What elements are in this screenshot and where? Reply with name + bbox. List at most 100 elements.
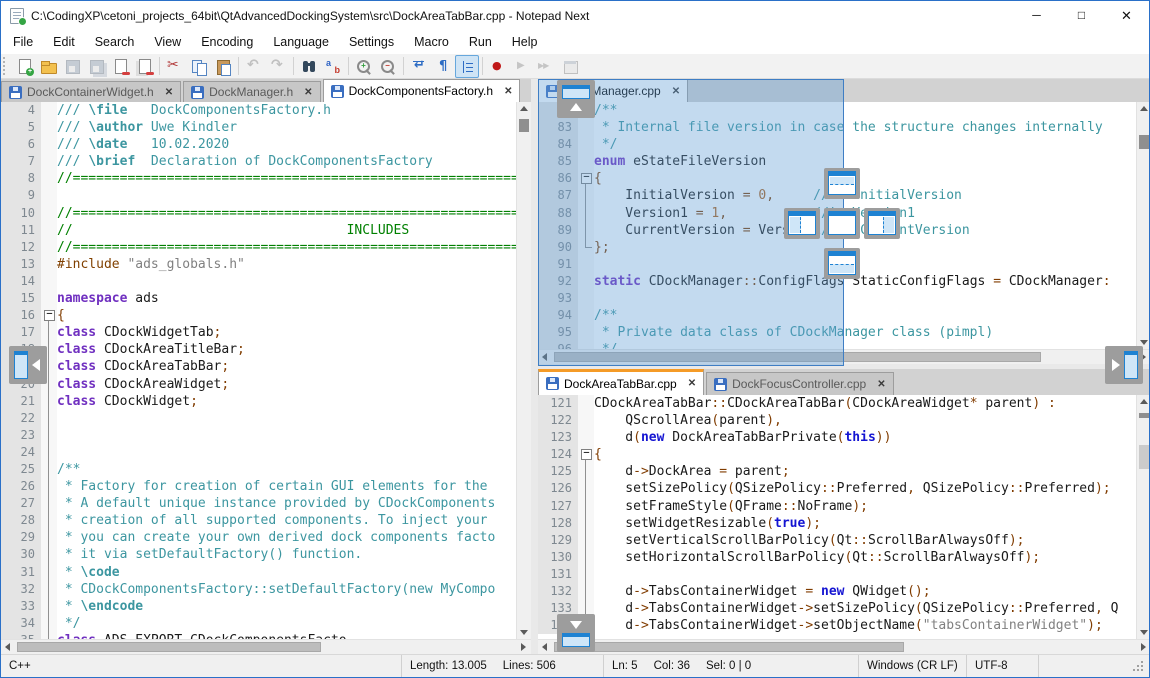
code-line: 31 * \code [1, 564, 516, 581]
code-line: 26 * Factory for creation of certain GUI… [1, 478, 516, 495]
menu-language[interactable]: Language [263, 31, 339, 54]
find-button[interactable] [297, 55, 321, 78]
zoom-out-button[interactable] [376, 55, 400, 78]
fold-marker-icon[interactable] [41, 307, 57, 324]
vertical-scrollbar[interactable] [1136, 102, 1149, 349]
vertical-scrollbar[interactable] [1136, 395, 1149, 639]
dock-edge-indicator-top[interactable] [557, 80, 595, 118]
scroll-down-icon[interactable] [1137, 626, 1149, 639]
close-file-button[interactable] [108, 55, 132, 78]
scroll-left-icon[interactable] [538, 640, 553, 654]
scroll-up-icon[interactable] [1137, 395, 1149, 408]
close-all-button[interactable] [132, 55, 156, 78]
menu-search[interactable]: Search [85, 31, 145, 54]
tab-close-icon[interactable]: ✕ [688, 378, 696, 389]
editor-bottom-right[interactable]: 121CDockAreaTabBar::CDockAreaTabBar(CDoc… [538, 395, 1149, 639]
dock-edge-indicator-left[interactable] [9, 346, 47, 384]
run-macro-multiple-button[interactable] [534, 55, 558, 78]
code-area[interactable]: 4/// \file DockComponentsFactory.h5/// \… [1, 102, 516, 639]
menu-macro[interactable]: Macro [404, 31, 459, 54]
horizontal-scrollbar[interactable] [538, 639, 1149, 654]
save-all-button[interactable] [84, 55, 108, 78]
tab-close-icon[interactable]: ✕ [304, 87, 312, 98]
menu-view[interactable]: View [144, 31, 191, 54]
cut-button[interactable] [163, 55, 187, 78]
scrollbar-thumb[interactable] [554, 642, 904, 652]
menu-settings[interactable]: Settings [339, 31, 404, 54]
record-macro-button[interactable] [486, 55, 510, 78]
tab-DockContainerWidget.h[interactable]: DockContainerWidget.h✕ [1, 81, 181, 102]
status-language[interactable]: C++ [1, 655, 401, 677]
scroll-right-icon[interactable] [1136, 640, 1149, 654]
code-line: 133 d->TabsContainerWidget->setSizePolic… [538, 600, 1136, 617]
tab-close-icon[interactable]: ✕ [877, 379, 885, 390]
open-file-button[interactable] [36, 55, 60, 78]
scroll-down-icon[interactable] [517, 626, 531, 639]
undo-button[interactable] [242, 55, 266, 78]
copy-button[interactable] [187, 55, 211, 78]
line-number: 30 [1, 546, 41, 563]
horizontal-scrollbar[interactable] [1, 639, 531, 654]
fold-marker-icon[interactable] [578, 446, 594, 463]
menu-encoding[interactable]: Encoding [191, 31, 263, 54]
paste-button[interactable] [211, 55, 235, 78]
dock-indicator-bottom[interactable] [824, 248, 860, 279]
status-eol[interactable]: Windows (CR LF) [858, 655, 966, 677]
close-file-icon [112, 59, 129, 75]
code-line: 132 d->TabsContainerWidget = new QWidget… [538, 583, 1136, 600]
play-macro-button[interactable] [510, 55, 534, 78]
code-text: setHorizontalScrollBarPolicy(Qt::ScrollB… [594, 549, 1136, 566]
size-grip[interactable] [1133, 661, 1135, 663]
fold-marker-icon [41, 529, 57, 546]
scroll-up-icon[interactable] [1137, 102, 1149, 115]
scroll-right-icon[interactable] [516, 640, 531, 654]
maximize-button[interactable]: □ [1059, 1, 1104, 30]
tab-DockComponentsFactory.h[interactable]: DockComponentsFactory.h✕ [323, 79, 521, 102]
save-macro-button[interactable] [558, 55, 582, 78]
dock-edge-indicator-right[interactable] [1105, 346, 1143, 384]
menu-run[interactable]: Run [459, 31, 502, 54]
splitter-vertical[interactable] [531, 79, 538, 654]
menu-help[interactable]: Help [502, 31, 548, 54]
word-wrap-button[interactable] [407, 55, 431, 78]
tab-close-icon[interactable]: ✕ [504, 86, 512, 97]
fold-marker-icon [578, 583, 594, 600]
editor-left[interactable]: 4/// \file DockComponentsFactory.h5/// \… [1, 102, 531, 639]
menu-file[interactable]: File [3, 31, 43, 54]
tab-DockFocusController.cpp[interactable]: DockFocusController.cpp✕ [706, 372, 893, 395]
redo-button[interactable] [266, 55, 290, 78]
dock-indicator-top[interactable] [824, 168, 860, 199]
dock-edge-indicator-bottom[interactable] [557, 614, 595, 652]
code-text: //======================================… [57, 239, 516, 256]
line-number: 5 [1, 119, 41, 136]
menu-edit[interactable]: Edit [43, 31, 85, 54]
code-line: 123 d(new DockAreaTabBarPrivate(this)) [538, 429, 1136, 446]
scrollbar-thumb[interactable] [519, 119, 529, 132]
code-text [57, 187, 516, 204]
indent-guide-button[interactable] [455, 55, 479, 78]
new-file-button[interactable] [12, 55, 36, 78]
tab-DockManager.h[interactable]: DockManager.h✕ [183, 81, 320, 102]
scroll-left-icon[interactable] [1, 640, 16, 654]
close-button[interactable]: ✕ [1104, 1, 1149, 30]
scrollbar-thumb[interactable] [17, 642, 321, 652]
code-text: /// \file DockComponentsFactory.h [57, 102, 516, 119]
minimize-button[interactable]: ─ [1014, 1, 1059, 30]
dock-indicator-center[interactable] [824, 208, 860, 239]
scroll-up-icon[interactable] [517, 102, 531, 115]
code-line: 32 * CDockComponentsFactory::setDefaultF… [1, 581, 516, 598]
save-button[interactable] [60, 55, 84, 78]
vertical-scrollbar[interactable] [516, 102, 531, 639]
scrollbar-thumb[interactable] [1139, 135, 1149, 149]
toolbar [1, 54, 1149, 79]
zoom-in-button[interactable] [352, 55, 376, 78]
scrollbar-thumb[interactable] [1139, 445, 1149, 469]
dock-indicator-left[interactable] [784, 208, 820, 239]
status-encoding[interactable]: UTF-8 [966, 655, 1038, 677]
tab-DockAreaTabBar.cpp[interactable]: DockAreaTabBar.cpp✕ [538, 369, 704, 395]
dock-indicator-right[interactable] [864, 208, 900, 239]
tab-close-icon[interactable]: ✕ [165, 87, 173, 98]
replace-button[interactable] [321, 55, 345, 78]
code-area[interactable]: 121CDockAreaTabBar::CDockAreaTabBar(CDoc… [538, 395, 1136, 639]
show-all-characters-button[interactable] [431, 55, 455, 78]
